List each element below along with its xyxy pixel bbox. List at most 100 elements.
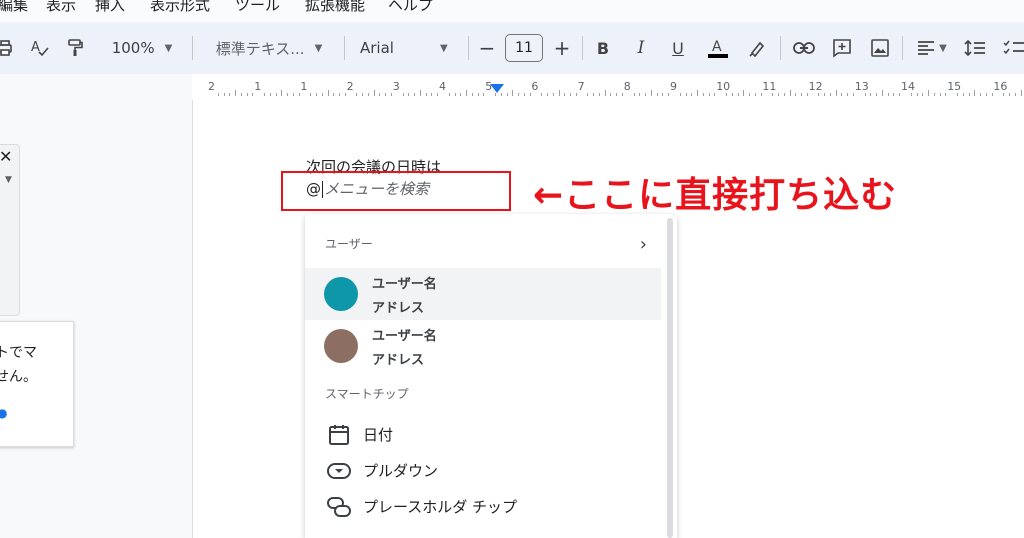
ruler-tick [223, 93, 225, 96]
style-select[interactable]: 標準テキス... ▼ [206, 22, 332, 74]
ruler-tick [795, 93, 797, 96]
side-panel: ✕ ▼ [0, 144, 20, 316]
svg-text:A: A [712, 39, 722, 55]
ruler-tick [587, 93, 589, 96]
text-color-icon[interactable]: A [705, 22, 731, 74]
menu-extensions[interactable]: 拡張機能 [305, 0, 365, 15]
ruler-tick [1003, 93, 1005, 96]
ruler-tick [367, 93, 369, 96]
ruler-label: 4 [439, 80, 446, 93]
toolbar-divider [780, 36, 781, 60]
ruler-tick [714, 93, 716, 96]
close-icon[interactable]: ✕ [0, 147, 12, 166]
ruler-tick [783, 93, 785, 96]
ruler-tick [777, 93, 779, 96]
ruler-tick [650, 90, 652, 96]
ruler-tick [679, 93, 681, 96]
ruler-tick [402, 93, 404, 96]
font-select[interactable]: Arial ▼ [360, 22, 470, 74]
ruler-tick [910, 93, 912, 96]
chip-item-date[interactable]: 日付 [305, 417, 661, 453]
toolbar-divider [902, 36, 903, 60]
ruler-tick [339, 93, 341, 96]
highlight-icon[interactable] [746, 22, 770, 74]
ruler-tick [333, 93, 335, 96]
chevron-down-icon[interactable]: ▼ [5, 175, 12, 185]
ruler-tick [310, 93, 312, 96]
placeholder-chip-icon [327, 497, 351, 517]
chevron-right-icon[interactable]: › [640, 234, 647, 255]
italic-icon[interactable]: I [630, 22, 652, 74]
user-item[interactable]: ユーザー名 アドレス [305, 320, 661, 372]
toolbar-divider [468, 36, 469, 60]
ruler-tick [246, 93, 248, 96]
ruler-tick [500, 93, 502, 96]
ruler-tick [552, 93, 554, 96]
scrollbar[interactable] [667, 218, 673, 538]
ruler-tick [598, 93, 600, 96]
ruler-tick [668, 93, 670, 96]
print-icon[interactable] [0, 22, 16, 74]
ruler-tick [483, 93, 485, 96]
ruler-tick [327, 90, 329, 96]
ruler-tick [697, 90, 699, 96]
ruler-tick [240, 93, 242, 96]
ruler-label: 13 [854, 80, 869, 93]
user-item[interactable]: ユーザー名 アドレス [305, 268, 661, 320]
ruler-tick [685, 93, 687, 96]
menu-view[interactable]: 表示 [46, 0, 76, 15]
chip-item-placeholder[interactable]: プレースホルダ チップ [305, 489, 661, 525]
ruler-tick [1020, 90, 1022, 96]
ruler-tick [870, 93, 872, 96]
ruler[interactable]: 2 1 1 2 3 4 5 6 7 8 9 10 11 12 13 14 15 16 [192, 74, 1024, 101]
ruler-tick [570, 93, 572, 96]
link-icon[interactable]: ● [0, 406, 7, 420]
ruler-label: 1 [254, 80, 262, 93]
font-size-input[interactable]: 11 [505, 34, 543, 62]
ruler-tick [373, 90, 375, 96]
add-comment-icon[interactable] [830, 22, 854, 74]
increase-font-size-button[interactable]: + [551, 22, 573, 74]
ruler-label: 2 [208, 80, 215, 93]
align-select[interactable]: ▼ [912, 22, 952, 74]
ruler-tick [229, 93, 231, 96]
paint-format-icon[interactable] [63, 22, 87, 74]
dropdown-chip-icon [327, 463, 351, 479]
chip-item-dropdown[interactable]: プルダウン [305, 453, 661, 489]
ruler-tick [639, 93, 641, 96]
ruler-tick [743, 90, 745, 96]
user-name: ユーザー名 [372, 277, 437, 292]
ruler-tick [725, 93, 727, 96]
ruler-tick [437, 93, 439, 96]
ruler-tick [633, 93, 635, 96]
checklist-icon[interactable] [1002, 22, 1024, 74]
user-address: アドレス [372, 301, 425, 316]
ruler-tick [806, 93, 808, 96]
insert-image-icon[interactable] [868, 22, 892, 74]
ruler-tick [362, 93, 364, 96]
ruler-tick [419, 90, 421, 96]
bold-icon[interactable]: B [592, 22, 614, 74]
menu-insert[interactable]: 挿入 [95, 0, 125, 15]
menu-help[interactable]: ヘルプ [388, 0, 433, 15]
ruler-tick [1008, 93, 1010, 96]
ruler-label: 15 [947, 80, 962, 93]
tooltip-text-line1: トでマ [0, 345, 37, 361]
menu-tools[interactable]: ツール [235, 0, 280, 15]
spellcheck-icon[interactable]: A [28, 22, 52, 74]
avatar [324, 277, 358, 311]
line-spacing-icon[interactable] [962, 22, 988, 74]
ruler-tick [448, 93, 450, 96]
chevron-down-icon: ▼ [439, 42, 448, 54]
decrease-font-size-button[interactable]: − [476, 22, 498, 74]
zoom-select[interactable]: 100% ▼ [104, 22, 180, 74]
menu-edit[interactable]: 編集 [0, 0, 28, 15]
chevron-down-icon: ▼ [939, 42, 947, 54]
menu-format[interactable]: 表示形式 [150, 0, 210, 15]
ruler-tick [662, 93, 664, 96]
ruler-tick [645, 93, 647, 96]
ruler-tick [876, 93, 878, 96]
ruler-tick [235, 90, 237, 96]
underline-icon[interactable]: U [667, 22, 689, 74]
link-icon[interactable] [792, 22, 816, 74]
